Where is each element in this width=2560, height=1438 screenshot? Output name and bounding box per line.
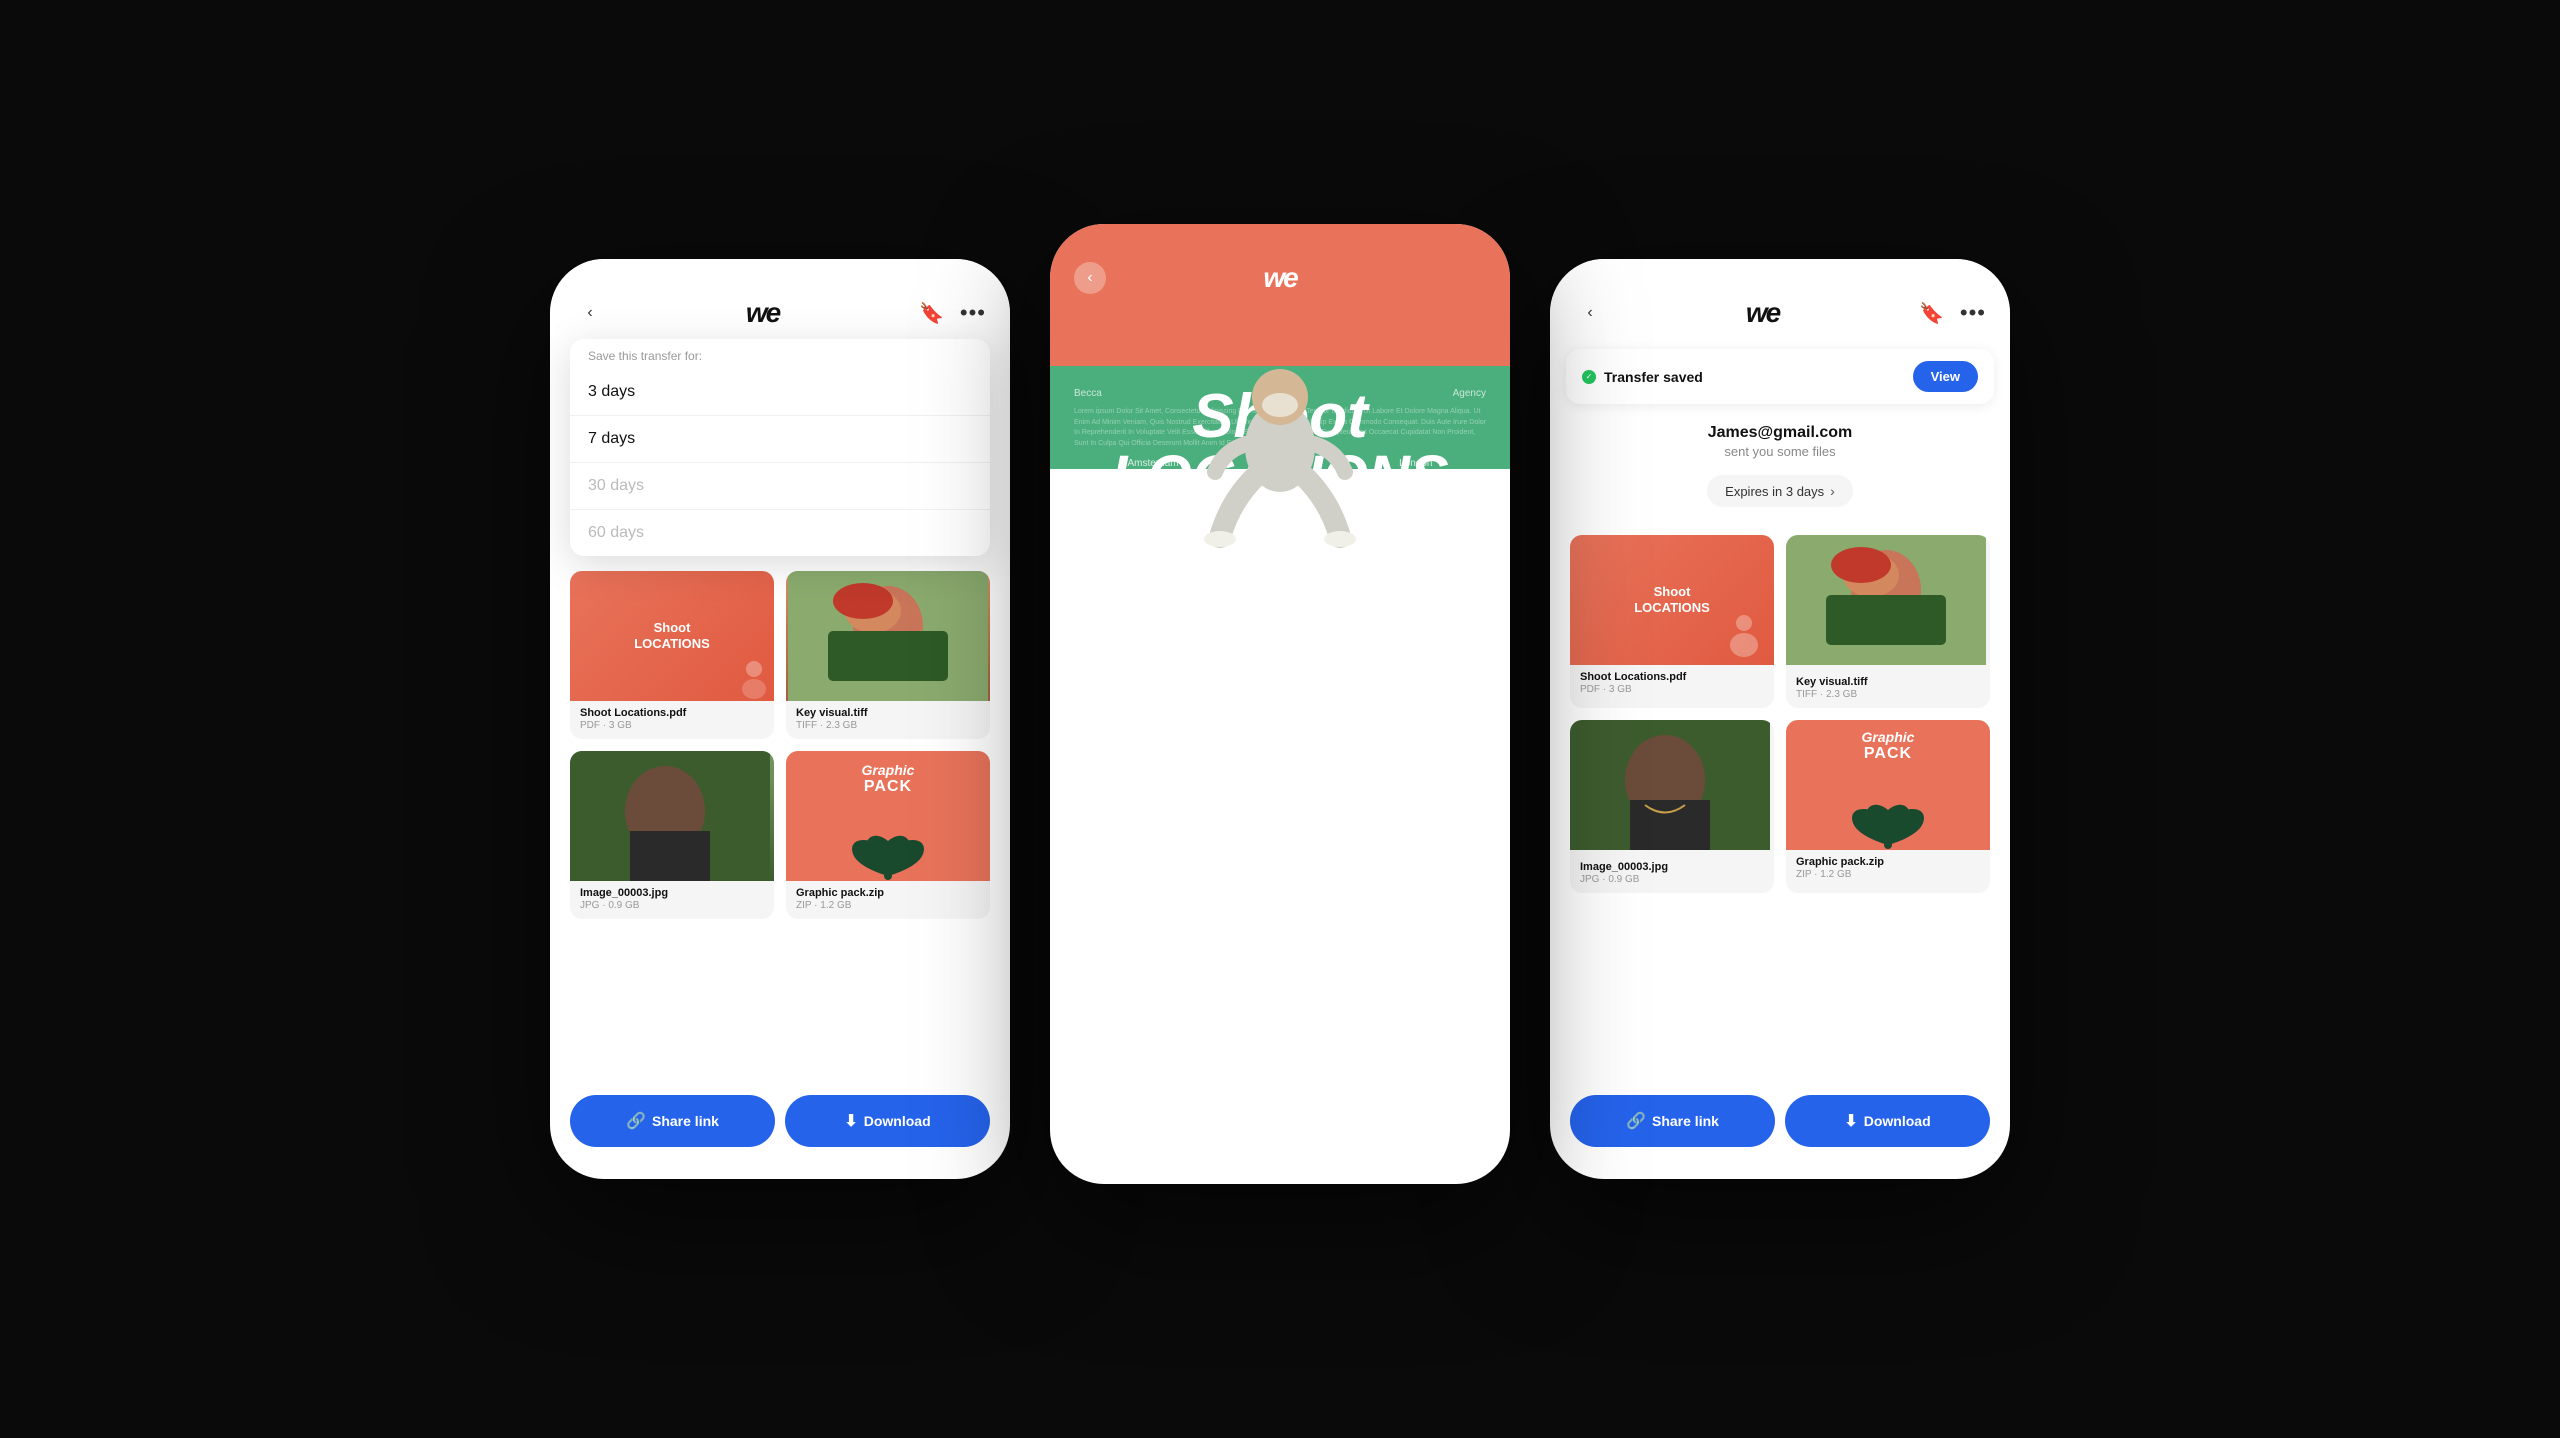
file-name-pdf: Shoot Locations.pdf (580, 707, 764, 719)
right-file-name-jpg: Image_00003.jpg (1580, 861, 1764, 873)
file-meta-jpg: JPG · 0.9 GB (580, 900, 764, 911)
right-download-icon: ⬇ (1844, 1111, 1857, 1131)
pdf-figure-icon (724, 651, 774, 701)
share-link-button[interactable]: 🔗 Share link (570, 1095, 775, 1147)
right-bottom-action-bar: 🔗 Share link ⬇ Download (1550, 1083, 2010, 1179)
file-card-zip[interactable]: GraphicPACK (786, 751, 990, 919)
file-meta-tiff: TIFF · 2.3 GB (796, 720, 980, 731)
footer-agency: Agency (1453, 388, 1486, 399)
phone-left: ‹ we 🔖 ••• Save this transfer for: 3 day… (550, 259, 1010, 1179)
transfer-saved-banner: ✓ Transfer saved View (1566, 349, 1994, 404)
saved-indicator: ✓ (1582, 370, 1596, 384)
transfer-saved-left: ✓ Transfer saved (1582, 369, 1703, 385)
download-button[interactable]: ⬇ Download (785, 1095, 990, 1147)
right-file-meta-zip: ZIP · 1.2 GB (1796, 869, 1980, 880)
right-file-meta-pdf: PDF · 3 GB (1580, 684, 1764, 695)
dropdown-label: Save this transfer for: (570, 339, 990, 369)
right-graphic-pack-title: GraphicPACK (1862, 730, 1915, 763)
transfer-saved-text: Transfer saved (1604, 369, 1703, 385)
right-graphic-pack-leaf (1848, 785, 1928, 850)
phone-center: ‹ we Shoot LOCATIONS Amsterdam Madrid Lo… (1050, 224, 1510, 1184)
right-back-button[interactable]: ‹ (1574, 297, 1606, 329)
right-file-card-tiff[interactable]: Key visual.tiff TIFF · 2.3 GB (1786, 535, 1990, 708)
save-duration-dropdown: Save this transfer for: 3 days 7 days 30… (570, 339, 990, 556)
right-pdf-thumb-title: ShootLOCATIONS (1634, 584, 1710, 615)
pdf-thumb-title: ShootLOCATIONS (634, 620, 710, 651)
files-grid: ShootLOCATIONS Shoot Locations.pdf PDF ·… (550, 559, 1010, 931)
file-name-jpg: Image_00003.jpg (580, 887, 764, 899)
right-bookmark-icon[interactable]: 🔖 (1919, 301, 1944, 326)
right-file-card-zip[interactable]: GraphicPACK Graphi (1786, 720, 1990, 893)
center-logo: we (1263, 262, 1296, 294)
right-file-meta-jpg: JPG · 0.9 GB (1580, 874, 1764, 885)
right-download-button[interactable]: ⬇ Download (1785, 1095, 1990, 1147)
right-more-icon[interactable]: ••• (1960, 300, 1986, 326)
dropdown-item-3days[interactable]: 3 days (570, 369, 990, 416)
expires-chevron-icon: › (1830, 483, 1835, 499)
footer-becca: Becca (1074, 388, 1102, 399)
phones-container: ‹ we 🔖 ••• Save this transfer for: 3 day… (550, 254, 2010, 1184)
center-back-button[interactable]: ‹ (1074, 262, 1106, 294)
dropdown-item-30days[interactable]: 30 days (570, 463, 990, 510)
expires-pill[interactable]: Expires in 3 days › (1707, 475, 1853, 507)
right-pdf-figure (1714, 605, 1774, 665)
view-button[interactable]: View (1913, 361, 1978, 392)
right-file-meta-tiff: TIFF · 2.3 GB (1796, 689, 1980, 700)
phone-right: ‹ we 🔖 ••• ✓ Transfer saved View (1550, 259, 2010, 1179)
bookmark-icon[interactable]: 🔖 (919, 301, 944, 326)
city-amsterdam: Amsterdam (1127, 458, 1178, 469)
dropdown-item-60days[interactable]: 60 days (570, 510, 990, 556)
right-file-card-jpg[interactable]: Image_00003.jpg JPG · 0.9 GB (1570, 720, 1774, 893)
right-file-card-pdf[interactable]: ShootLOCATIONS Shoot Locations.pdf PDF ·… (1570, 535, 1774, 708)
graphic-pack-thumb-title: GraphicPACK (862, 763, 915, 796)
header-icons: 🔖 ••• (919, 300, 986, 326)
right-file-name-pdf: Shoot Locations.pdf (1580, 671, 1764, 683)
sender-email: James@gmail.com (1570, 424, 1990, 442)
more-icon[interactable]: ••• (960, 300, 986, 326)
sender-sub: sent you some files (1570, 444, 1990, 459)
back-button[interactable]: ‹ (574, 297, 606, 329)
download-icon: ⬇ (844, 1111, 857, 1131)
dropdown-item-7days[interactable]: 7 days (570, 416, 990, 463)
right-files-grid: ShootLOCATIONS Shoot Locations.pdf PDF ·… (1550, 523, 2010, 905)
bottom-action-bar: 🔗 Share link ⬇ Download (550, 1083, 1010, 1179)
expires-text: Expires in 3 days (1725, 484, 1824, 499)
file-meta-zip: ZIP · 1.2 GB (796, 900, 980, 911)
person-figure (1200, 317, 1360, 557)
center-phone-notch (1215, 224, 1345, 252)
right-logo: we (1746, 297, 1779, 329)
city-london: London (1399, 458, 1432, 469)
right-header-icons: 🔖 ••• (1919, 300, 1986, 326)
share-link-icon: 🔗 (626, 1111, 646, 1131)
file-card-jpg[interactable]: Image_00003.jpg JPG · 0.9 GB (570, 751, 774, 919)
right-share-link-button[interactable]: 🔗 Share link (1570, 1095, 1775, 1147)
sender-info: James@gmail.com sent you some files (1550, 412, 2010, 467)
file-card-pdf[interactable]: ShootLOCATIONS Shoot Locations.pdf PDF ·… (570, 571, 774, 739)
left-phone-notch (715, 259, 845, 287)
graphic-pack-leaf-icon (848, 816, 928, 881)
file-meta-pdf: PDF · 3 GB (580, 720, 764, 731)
right-share-link-icon: 🔗 (1626, 1111, 1646, 1131)
wetransfer-logo: we (746, 297, 779, 329)
right-jpg-thumb (1570, 720, 1770, 850)
right-tiff-thumb (1786, 535, 1986, 665)
file-name-zip: Graphic pack.zip (796, 887, 980, 899)
right-file-name-tiff: Key visual.tiff (1796, 676, 1980, 688)
right-file-name-zip: Graphic pack.zip (1796, 856, 1980, 868)
right-phone-notch (1715, 259, 1845, 287)
file-name-tiff: Key visual.tiff (796, 707, 980, 719)
tiff-thumb-image (788, 571, 988, 701)
jpg-thumb-image (570, 751, 770, 881)
file-card-tiff[interactable]: Key visual.tiff TIFF · 2.3 GB (786, 571, 990, 739)
